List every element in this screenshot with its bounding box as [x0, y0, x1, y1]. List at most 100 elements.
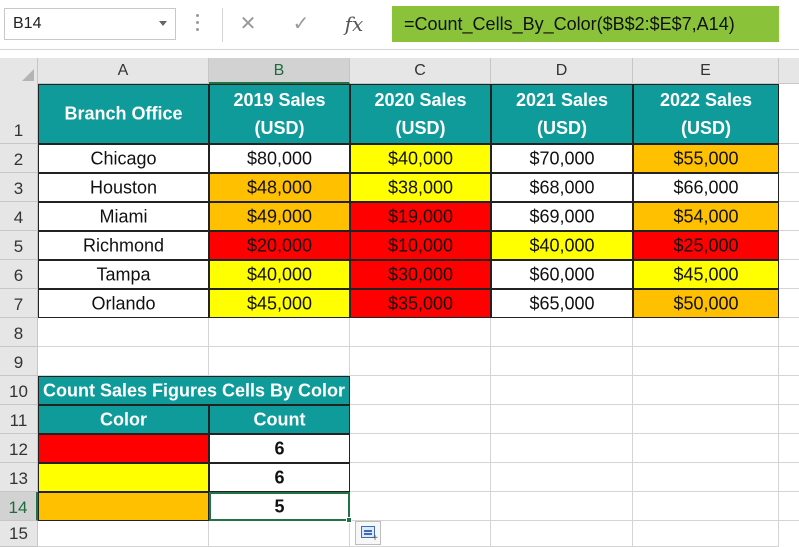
- sales-cell[interactable]: $19,000: [350, 202, 491, 231]
- empty-cell[interactable]: [209, 521, 350, 547]
- row-header-15[interactable]: 15: [0, 521, 38, 547]
- empty-cell[interactable]: [491, 521, 633, 547]
- table-header-cell[interactable]: 2022 Sales (USD): [633, 84, 779, 144]
- sales-cell[interactable]: $38,000: [350, 173, 491, 202]
- row-header-8[interactable]: 8: [0, 318, 38, 347]
- empty-cell[interactable]: [350, 347, 491, 376]
- name-box[interactable]: B14: [4, 8, 176, 40]
- empty-cell[interactable]: [779, 260, 799, 289]
- empty-cell[interactable]: [779, 173, 799, 202]
- row-header-12[interactable]: 12: [0, 434, 38, 463]
- sales-cell[interactable]: $45,000: [633, 260, 779, 289]
- color-column-header[interactable]: Color: [38, 405, 209, 434]
- count-cell[interactable]: 6: [209, 434, 350, 463]
- column-header-e[interactable]: E: [633, 58, 779, 84]
- fill-handle[interactable]: [346, 517, 352, 523]
- empty-cell[interactable]: [633, 347, 779, 376]
- table-header-cell[interactable]: Branch Office: [38, 84, 209, 144]
- empty-cell[interactable]: [633, 405, 779, 434]
- row-header-11[interactable]: 11: [0, 405, 38, 434]
- empty-cell[interactable]: [350, 434, 491, 463]
- active-cell-b14[interactable]: 5: [209, 492, 350, 521]
- empty-cell[interactable]: [38, 318, 209, 347]
- empty-cell[interactable]: [491, 347, 633, 376]
- empty-cell[interactable]: [209, 318, 350, 347]
- sales-cell[interactable]: $54,000: [633, 202, 779, 231]
- empty-cell[interactable]: [350, 376, 491, 405]
- color-swatch-cell[interactable]: [38, 463, 209, 492]
- empty-cell[interactable]: [491, 318, 633, 347]
- sales-cell[interactable]: $30,000: [350, 260, 491, 289]
- empty-cell[interactable]: [491, 434, 633, 463]
- empty-cell[interactable]: [779, 347, 799, 376]
- branch-office-cell[interactable]: Chicago: [38, 144, 209, 173]
- empty-cell[interactable]: [779, 144, 799, 173]
- sales-cell[interactable]: $60,000: [491, 260, 633, 289]
- empty-cell[interactable]: [779, 434, 799, 463]
- sales-cell[interactable]: $40,000: [350, 144, 491, 173]
- function-icon[interactable]: fx: [339, 10, 369, 38]
- empty-cell[interactable]: [779, 318, 799, 347]
- sales-cell[interactable]: $69,000: [491, 202, 633, 231]
- sales-cell[interactable]: $65,000: [491, 289, 633, 318]
- column-header-d[interactable]: D: [491, 58, 633, 84]
- row-header-10[interactable]: 10: [0, 376, 38, 405]
- row-header-2[interactable]: 2: [0, 144, 38, 173]
- drag-handle-icon[interactable]: [196, 14, 200, 34]
- select-all-corner[interactable]: [0, 58, 38, 84]
- empty-cell[interactable]: [633, 463, 779, 492]
- count-cell[interactable]: 6: [209, 463, 350, 492]
- empty-cell[interactable]: [633, 376, 779, 405]
- empty-cell[interactable]: [350, 318, 491, 347]
- column-header-b[interactable]: B: [209, 58, 350, 84]
- branch-office-cell[interactable]: Richmond: [38, 231, 209, 260]
- table-header-cell[interactable]: 2019 Sales (USD): [209, 84, 350, 144]
- empty-cell[interactable]: [633, 318, 779, 347]
- row-header-9[interactable]: 9: [0, 347, 38, 376]
- color-swatch-cell[interactable]: [38, 434, 209, 463]
- empty-cell[interactable]: [633, 434, 779, 463]
- sales-cell[interactable]: $50,000: [633, 289, 779, 318]
- sales-cell[interactable]: $48,000: [209, 173, 350, 202]
- sales-cell[interactable]: $80,000: [209, 144, 350, 173]
- empty-cell[interactable]: [779, 84, 799, 144]
- count-table-title[interactable]: Count Sales Figures Cells By Color: [38, 376, 350, 405]
- row-header-14[interactable]: 14: [0, 492, 38, 521]
- sales-cell[interactable]: $40,000: [491, 231, 633, 260]
- row-header-6[interactable]: 6: [0, 260, 38, 289]
- empty-cell[interactable]: [779, 202, 799, 231]
- row-header-3[interactable]: 3: [0, 173, 38, 202]
- empty-cell[interactable]: [491, 463, 633, 492]
- sales-cell[interactable]: $68,000: [491, 173, 633, 202]
- empty-cell[interactable]: [779, 492, 799, 521]
- sales-cell[interactable]: $70,000: [491, 144, 633, 173]
- row-header-7[interactable]: 7: [0, 289, 38, 318]
- empty-cell[interactable]: [779, 289, 799, 318]
- count-column-header[interactable]: Count: [209, 405, 350, 434]
- sales-cell[interactable]: $55,000: [633, 144, 779, 173]
- empty-cell[interactable]: [38, 347, 209, 376]
- color-swatch-cell[interactable]: [38, 492, 209, 521]
- empty-cell[interactable]: [779, 376, 799, 405]
- row-header-4[interactable]: 4: [0, 202, 38, 231]
- sales-cell[interactable]: $10,000: [350, 231, 491, 260]
- formula-input[interactable]: =Count_Cells_By_Color($B$2:$E$7,A14): [392, 6, 779, 42]
- empty-cell[interactable]: [779, 405, 799, 434]
- chevron-down-icon[interactable]: [159, 21, 167, 26]
- table-header-cell[interactable]: 2020 Sales (USD): [350, 84, 491, 144]
- quick-analysis-button[interactable]: +: [355, 521, 381, 545]
- branch-office-cell[interactable]: Orlando: [38, 289, 209, 318]
- column-header-overflow[interactable]: [779, 58, 799, 84]
- row-header-13[interactable]: 13: [0, 463, 38, 492]
- empty-cell[interactable]: [491, 376, 633, 405]
- row-header-5[interactable]: 5: [0, 231, 38, 260]
- empty-cell[interactable]: [633, 492, 779, 521]
- sales-cell[interactable]: $66,000: [633, 173, 779, 202]
- sales-cell[interactable]: $45,000: [209, 289, 350, 318]
- column-header-c[interactable]: C: [350, 58, 491, 84]
- table-header-cell[interactable]: 2021 Sales (USD): [491, 84, 633, 144]
- column-header-a[interactable]: A: [38, 58, 209, 84]
- cancel-icon[interactable]: ✕: [233, 10, 263, 38]
- empty-cell[interactable]: [779, 463, 799, 492]
- sales-cell[interactable]: $49,000: [209, 202, 350, 231]
